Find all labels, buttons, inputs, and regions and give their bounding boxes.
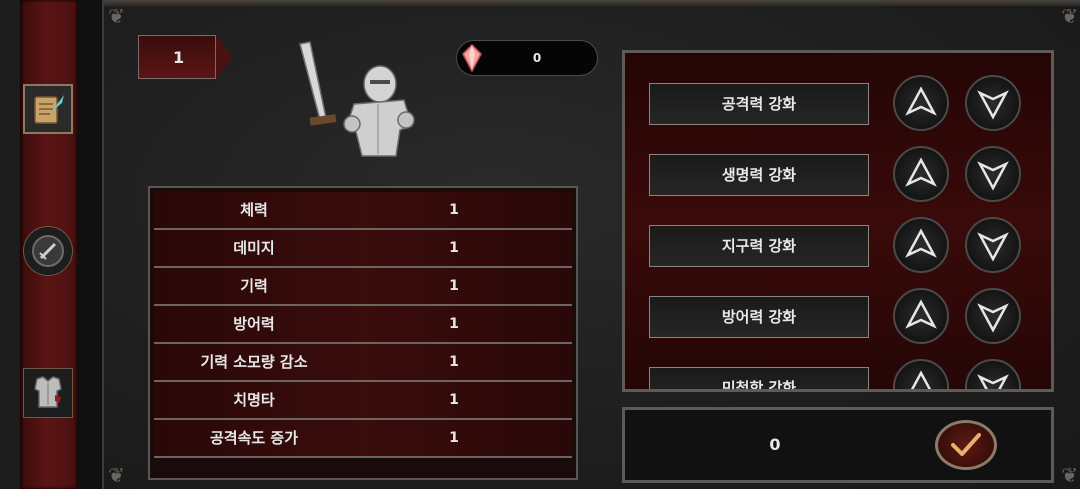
upgrade-label: 공격력 강화 (649, 83, 869, 125)
arrow-down-icon (977, 161, 1009, 191)
gem-counter: 0 (456, 40, 598, 76)
main-panel: ❦ ❦ ❦ ❦ 1 0 체력 1 데미지 1 기력 1 방어력 1 기력 소모량… (102, 0, 1080, 489)
scroll-quill-icon (34, 95, 64, 124)
stat-name: 치명타 (233, 391, 275, 409)
upgrade-row: 공격력 강화 (649, 73, 1049, 133)
gem-icon (462, 44, 482, 72)
sword-icon (32, 235, 64, 267)
arrow-down-icon (977, 90, 1009, 120)
corner-ornament: ❦ (108, 463, 125, 487)
upgrade-row: 생명력 강화 (649, 144, 1049, 204)
stat-name: 데미지 (233, 239, 275, 257)
stat-row: 공격속도 증가 1 (154, 420, 572, 458)
knight-icon (299, 41, 415, 157)
arrow-up-icon (905, 299, 937, 329)
stat-row: 방어력 1 (154, 306, 572, 344)
upgrade-up-button[interactable] (893, 217, 949, 273)
stat-row: 데미지 1 (154, 230, 572, 268)
upgrade-row: 지구력 강화 (649, 215, 1049, 275)
upgrade-label: 방어력 강화 (649, 296, 869, 338)
upgrade-down-button[interactable] (965, 288, 1021, 344)
confirm-bar: 0 (622, 407, 1054, 483)
stat-value: 1 (449, 354, 459, 370)
top-frame (104, 0, 1080, 6)
upgrade-up-button[interactable] (893, 75, 949, 131)
knight-character (292, 40, 422, 164)
stat-name: 방어력 (233, 315, 275, 333)
arrow-up-icon (905, 228, 937, 258)
confirm-button[interactable] (935, 420, 997, 470)
stat-row: 기력 1 (154, 268, 572, 306)
gem-value: 0 (532, 51, 542, 65)
upgrade-up-button[interactable] (893, 146, 949, 202)
upgrade-down-button[interactable] (965, 146, 1021, 202)
level-tag-point (216, 35, 232, 79)
stat-value: 1 (449, 278, 459, 294)
sidebar-gap (78, 0, 102, 489)
upgrade-up-button[interactable] (893, 359, 949, 389)
armor-icon (34, 376, 62, 408)
stat-value: 1 (449, 240, 459, 256)
corner-ornament: ❦ (1061, 4, 1078, 28)
stat-name: 공격속도 증가 (209, 429, 299, 447)
level-value: 1 (173, 47, 185, 67)
stat-value: 1 (449, 316, 459, 332)
level-tag: 1 (138, 35, 216, 79)
stat-name: 기력 (240, 277, 268, 295)
arrow-down-icon (977, 374, 1009, 389)
upgrade-down-button[interactable] (965, 359, 1021, 389)
corner-ornament: ❦ (1061, 463, 1078, 487)
arrow-down-icon (977, 232, 1009, 262)
check-icon (951, 433, 981, 456)
upgrade-label: 생명력 강화 (649, 154, 869, 196)
left-edge (0, 0, 20, 489)
arrow-up-icon (910, 370, 932, 389)
upgrade-down-button[interactable] (965, 217, 1021, 273)
corner-ornament: ❦ (108, 4, 125, 28)
upgrade-panel[interactable]: 공격력 강화 생명력 강화 지구력 강화 방어력 강화 민첩함 강화 (622, 50, 1054, 392)
stat-value: 1 (449, 392, 459, 408)
sidebar-item-armor[interactable] (23, 368, 73, 418)
upgrade-row: 방어력 강화 (649, 286, 1049, 346)
sidebar-item-scroll[interactable] (23, 84, 73, 134)
cost-value: 0 (769, 435, 781, 454)
stat-name: 체력 (240, 201, 268, 219)
upgrade-up-button[interactable] (893, 288, 949, 344)
upgrade-label: 민첩함 강화 (649, 367, 869, 389)
arrow-up-icon (905, 86, 937, 116)
upgrade-row: 민첩함 강화 (649, 357, 1049, 389)
upgrade-label: 지구력 강화 (649, 225, 869, 267)
stats-table: 체력 1 데미지 1 기력 1 방어력 1 기력 소모량 감소 1 치명타 1 … (148, 186, 578, 480)
stat-row: 기력 소모량 감소 1 (154, 344, 572, 382)
stat-row: 치명타 1 (154, 382, 572, 420)
upgrade-down-button[interactable] (965, 75, 1021, 131)
sidebar-item-sword[interactable] (23, 226, 73, 276)
arrow-down-icon (977, 303, 1009, 333)
stat-value: 1 (449, 202, 459, 218)
arrow-up-icon (905, 157, 937, 187)
stat-name: 기력 소모량 감소 (200, 353, 308, 371)
stat-row: 체력 1 (154, 192, 572, 230)
stat-value: 1 (449, 430, 459, 446)
